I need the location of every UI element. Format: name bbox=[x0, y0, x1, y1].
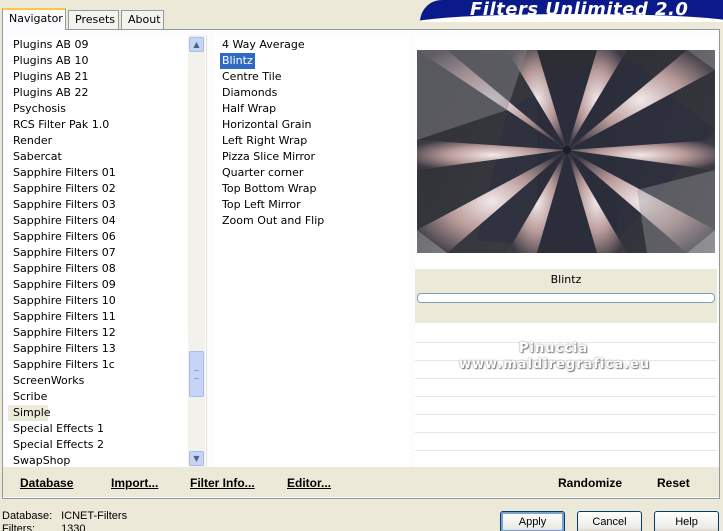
filter-item[interactable]: Top Left Mirror bbox=[220, 197, 303, 213]
category-item[interactable]: Sapphire Filters 06 bbox=[8, 229, 184, 245]
category-item[interactable]: Special Effects 1 bbox=[8, 421, 184, 437]
navigator-panel: ▲ ▼ Plugins AB 09 Plugins AB 10 Plugins AB… bbox=[2, 29, 720, 499]
filter-item[interactable]: Horizontal Grain bbox=[220, 117, 313, 133]
slider-row[interactable] bbox=[415, 397, 717, 415]
category-item[interactable]: Plugins AB 10 bbox=[8, 53, 184, 69]
parameter-band bbox=[415, 291, 717, 323]
category-item[interactable]: Plugins AB 09 bbox=[8, 37, 184, 53]
category-scrollbar[interactable]: ▲ ▼ bbox=[188, 35, 205, 468]
category-item[interactable]: Render bbox=[8, 133, 184, 149]
category-item[interactable]: Sapphire Filters 10 bbox=[8, 293, 184, 309]
preview-area: Blintz Pinuccia www.maldiregrafica.eu bbox=[415, 35, 717, 469]
category-item[interactable]: Sapphire Filters 03 bbox=[8, 197, 184, 213]
category-item[interactable]: Sapphire Filters 01 bbox=[8, 165, 184, 181]
import-button[interactable]: Import... bbox=[111, 476, 158, 490]
slider-row[interactable] bbox=[415, 415, 717, 433]
title-banner: Filters Unlimited 2.0 bbox=[420, 0, 723, 22]
filter-item[interactable]: Top Bottom Wrap bbox=[220, 181, 319, 197]
status-filters-value: 1330 bbox=[61, 523, 86, 531]
slider-row[interactable] bbox=[415, 433, 717, 451]
category-item[interactable]: Sapphire Filters 12 bbox=[8, 325, 184, 341]
navigator-toolbar: Database Import... Filter Info... Editor… bbox=[3, 467, 719, 497]
status-database-value: ICNET-Filters bbox=[61, 510, 128, 522]
filter-item[interactable]: Half Wrap bbox=[220, 101, 278, 117]
reset-button[interactable]: Reset bbox=[657, 476, 690, 490]
scroll-down-button[interactable]: ▼ bbox=[189, 451, 204, 466]
watermark-text: Pinuccia bbox=[519, 341, 589, 356]
database-button[interactable]: Database bbox=[20, 476, 73, 490]
category-item[interactable]: Simple bbox=[8, 405, 51, 421]
preview-image bbox=[417, 50, 715, 253]
status-database: Database: ICNET-Filters bbox=[2, 510, 127, 523]
category-item[interactable]: Sapphire Filters 09 bbox=[8, 277, 184, 293]
tab-presets[interactable]: Presets bbox=[68, 10, 119, 29]
filter-item[interactable]: 4 Way Average bbox=[220, 37, 307, 53]
category-item[interactable]: Sabercat bbox=[8, 149, 184, 165]
category-item[interactable]: Sapphire Filters 13 bbox=[8, 341, 184, 357]
category-item[interactable]: Sapphire Filters 11 bbox=[8, 309, 184, 325]
filter-item[interactable]: Diamonds bbox=[220, 85, 279, 101]
status-database-label: Database: bbox=[2, 510, 53, 522]
category-list[interactable]: ▲ ▼ Plugins AB 09 Plugins AB 10 Plugins AB… bbox=[8, 35, 207, 468]
category-item[interactable]: Sapphire Filters 04 bbox=[8, 213, 184, 229]
category-item[interactable]: Sapphire Filters 02 bbox=[8, 181, 184, 197]
filter-item[interactable]: Zoom Out and Flip bbox=[220, 213, 326, 229]
filter-info-button[interactable]: Filter Info... bbox=[190, 476, 255, 490]
filter-item[interactable]: Blintz bbox=[220, 53, 255, 69]
filter-item[interactable]: Left Right Wrap bbox=[220, 133, 309, 149]
banner-title: Filters Unlimited 2.0 bbox=[470, 0, 689, 20]
filter-item[interactable]: Quarter corner bbox=[220, 165, 305, 181]
category-item[interactable]: Special Effects 2 bbox=[8, 437, 184, 453]
category-item[interactable]: Plugins AB 21 bbox=[8, 69, 184, 85]
category-item[interactable]: Plugins AB 22 bbox=[8, 85, 184, 101]
category-item[interactable]: Psychosis bbox=[8, 101, 184, 117]
cancel-button[interactable]: Cancel bbox=[577, 511, 642, 531]
status-filters-label: Filters: bbox=[2, 523, 35, 531]
filter-item[interactable]: Centre Tile bbox=[220, 69, 284, 85]
filter-item[interactable]: Pizza Slice Mirror bbox=[220, 149, 317, 165]
editor-button[interactable]: Editor... bbox=[287, 476, 331, 490]
category-item[interactable]: ScreenWorks bbox=[8, 373, 184, 389]
watermark-url: www.maldiregrafica.eu bbox=[459, 357, 650, 372]
apply-button[interactable]: Apply bbox=[500, 511, 565, 531]
status-area: Database: ICNET-Filters Filters: 1330 bbox=[2, 510, 127, 531]
scroll-thumb[interactable] bbox=[189, 351, 204, 397]
tab-navigator[interactable]: Navigator bbox=[2, 8, 66, 30]
parameter-bar[interactable] bbox=[417, 293, 715, 303]
category-item[interactable]: Sapphire Filters 1c bbox=[8, 357, 184, 373]
help-button[interactable]: Help bbox=[654, 511, 719, 531]
scroll-up-button[interactable]: ▲ bbox=[189, 37, 204, 52]
category-item[interactable]: RCS Filter Pak 1.0 bbox=[8, 117, 184, 133]
filter-list[interactable]: 4 Way Average Blintz Centre Tile Diamonds Ha… bbox=[214, 35, 410, 468]
category-item[interactable]: Sapphire Filters 07 bbox=[8, 245, 184, 261]
tab-about[interactable]: About bbox=[121, 10, 164, 29]
status-filters: Filters: 1330 bbox=[2, 523, 127, 531]
slider-row[interactable] bbox=[415, 379, 717, 397]
category-item[interactable]: Sapphire Filters 08 bbox=[8, 261, 184, 277]
category-item[interactable]: Scribe bbox=[8, 389, 184, 405]
selected-filter-name: Blintz bbox=[415, 269, 717, 291]
randomize-button[interactable]: Randomize bbox=[558, 476, 622, 490]
